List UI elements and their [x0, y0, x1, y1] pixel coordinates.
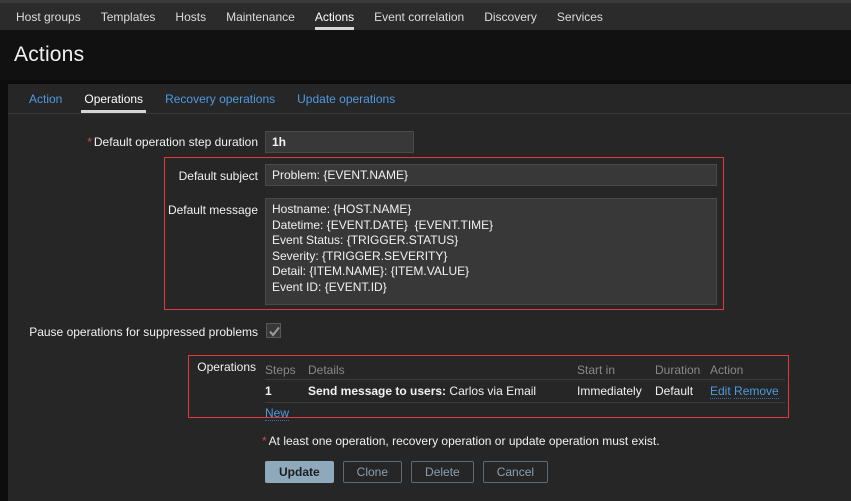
menu-item-host-groups[interactable]: Host groups [6, 3, 91, 31]
operations-table-header: Steps Details Start in Duration Action [265, 360, 785, 380]
column-header-duration: Duration [655, 362, 701, 377]
operations-label: Operations [197, 360, 256, 374]
menu-item-hosts[interactable]: Hosts [165, 3, 216, 31]
remove-operation-link[interactable]: Remove [734, 384, 779, 399]
tab-label: Operations [84, 91, 144, 106]
cell-step-number: 1 [265, 384, 272, 398]
menu-item-templates[interactable]: Templates [91, 3, 166, 31]
cell-details-rest: Carlos via Email [446, 384, 537, 398]
cell-duration: Default [655, 384, 694, 398]
page-title: Actions [14, 43, 85, 66]
menu-item-label: Services [556, 10, 603, 24]
main-menu: Host groups Templates Hosts Maintenance … [6, 3, 613, 31]
operations-table: Steps Details Start in Duration Action 1… [265, 360, 785, 421]
page-header: Actions [0, 31, 851, 80]
column-header-start-in: Start in [577, 362, 616, 377]
column-header-steps: Steps [265, 362, 296, 377]
default-message-label: Default message [167, 203, 258, 217]
menu-item-label: Event correlation [374, 10, 465, 24]
tab-action[interactable]: Action [18, 84, 73, 113]
update-button[interactable]: Update [265, 461, 334, 483]
form-actions: Update Clone Delete Cancel [265, 461, 549, 483]
required-marker: * [87, 135, 92, 149]
menu-item-label: Hosts [175, 10, 207, 24]
menu-item-actions[interactable]: Actions [305, 3, 364, 31]
cell-start-in: Immediately [577, 384, 642, 398]
menu-item-services[interactable]: Services [547, 3, 613, 31]
menu-item-label: Host groups [16, 10, 81, 24]
step-duration-label: * Default operation step duration [76, 135, 258, 149]
cancel-button[interactable]: Cancel [482, 461, 549, 483]
cell-details: Send message to users: Carlos via Email [308, 384, 577, 398]
tab-operations[interactable]: Operations [73, 84, 154, 113]
form-required-hint: * At least one operation, recovery operat… [262, 434, 660, 448]
default-subject-input[interactable] [265, 164, 717, 186]
cell-details-bold: Send message to users: [308, 384, 447, 398]
form-required-hint-text: At least one operation, recovery operati… [268, 434, 660, 448]
tab-recovery-operations[interactable]: Recovery operations [154, 84, 286, 113]
step-duration-label-text: Default operation step duration [93, 135, 258, 149]
tab-update-operations[interactable]: Update operations [286, 84, 406, 113]
clone-button[interactable]: Clone [342, 461, 403, 483]
menu-item-discovery[interactable]: Discovery [474, 3, 547, 31]
menu-item-label: Maintenance [226, 10, 295, 24]
form-tabs: Action Operations Recovery operations Up… [8, 84, 851, 114]
tab-label: Action [29, 91, 63, 106]
checkmark-icon [269, 326, 280, 337]
new-operation-link[interactable]: New [265, 406, 290, 421]
menu-item-event-correlation[interactable]: Event correlation [364, 3, 474, 31]
default-message-textarea[interactable]: Hostname: {HOST.NAME} Datetime: {EVENT.D… [265, 198, 717, 305]
step-duration-input[interactable] [265, 131, 414, 153]
edit-operation-link[interactable]: Edit [710, 384, 731, 399]
menu-item-label: Discovery [484, 10, 537, 24]
cell-actions: Edit Remove [710, 384, 780, 399]
delete-button[interactable]: Delete [411, 461, 474, 483]
tab-label: Recovery operations [165, 91, 276, 106]
column-header-action: Action [710, 362, 744, 377]
pause-suppressed-checkbox[interactable] [266, 323, 281, 338]
default-subject-label: Default subject [178, 169, 258, 183]
pause-suppressed-label: Pause operations for suppressed problems [29, 325, 258, 339]
top-navigation-bar: Host groups Templates Hosts Maintenance … [0, 0, 851, 31]
tab-label: Update operations [297, 91, 396, 106]
menu-item-label: Templates [100, 10, 156, 24]
column-header-details: Details [308, 362, 345, 377]
required-marker: * [262, 434, 267, 448]
table-row: 1 Send message to users: Carlos via Emai… [265, 380, 785, 403]
menu-item-maintenance[interactable]: Maintenance [216, 3, 305, 31]
menu-item-label: Actions [314, 10, 355, 24]
